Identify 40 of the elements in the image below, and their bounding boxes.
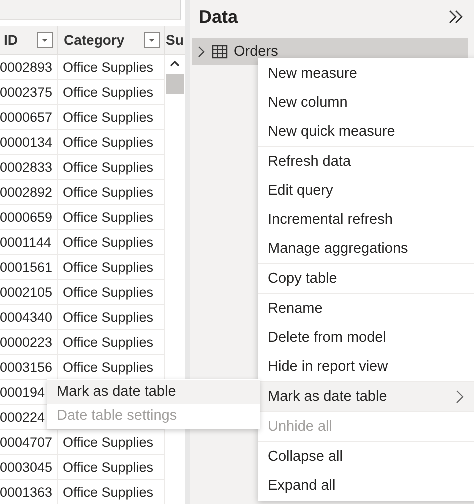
column-header[interactable]: Category xyxy=(58,26,165,54)
menu-item[interactable]: New quick measure xyxy=(258,117,474,146)
table-cell: 0000134 xyxy=(0,130,58,154)
filter-dropdown-icon[interactable] xyxy=(144,32,160,48)
table-cell: 0002375 xyxy=(0,80,58,104)
table-cell: 0000659 xyxy=(0,205,58,229)
table-cell: 0001144 xyxy=(0,230,58,254)
table-cell: 0000223 xyxy=(0,330,58,354)
menu-item[interactable]: Mark as date table xyxy=(47,380,260,404)
menu-item[interactable]: Rename xyxy=(258,294,474,323)
column-header[interactable]: Su xyxy=(165,26,185,54)
scrollbar-thumb[interactable] xyxy=(166,74,184,94)
chevron-icon[interactable] xyxy=(196,44,206,58)
menu-item[interactable]: Incremental refresh xyxy=(258,205,474,234)
table-cell: 0003045 xyxy=(0,455,58,479)
scroll-up-icon[interactable] xyxy=(170,60,180,68)
collapse-pane-icon[interactable] xyxy=(448,10,464,24)
table-cell: 0001363 xyxy=(0,480,58,504)
table-cell: 0002833 xyxy=(0,155,58,179)
filter-dropdown-icon[interactable] xyxy=(37,32,53,48)
menu-item[interactable]: Hide in report view xyxy=(258,352,474,381)
table-cell: 0001561 xyxy=(0,255,58,279)
column-header[interactable]: ID xyxy=(0,26,58,54)
menu-item[interactable]: Edit query xyxy=(258,176,474,205)
menu-item[interactable]: Copy table xyxy=(258,264,474,293)
menu-item[interactable]: Manage aggregations xyxy=(258,234,474,263)
table-icon xyxy=(212,44,228,58)
table-cell: 0002893 xyxy=(0,55,58,79)
menu-item[interactable]: Mark as date table xyxy=(258,382,474,411)
table-cell: 0004707 xyxy=(0,430,58,454)
menu-item[interactable]: Expand all xyxy=(258,471,474,500)
menu-item[interactable]: Refresh data xyxy=(258,147,474,176)
pane-title: Data xyxy=(199,6,238,28)
menu-item[interactable]: Collapse all xyxy=(258,442,474,471)
table-cell: 0000657 xyxy=(0,105,58,129)
menu-item[interactable]: New column xyxy=(258,88,474,117)
table-cell: 0002892 xyxy=(0,180,58,204)
table-cell: 0004340 xyxy=(0,305,58,329)
menu-item[interactable]: Delete from model xyxy=(258,323,474,352)
table-cell: 0002105 xyxy=(0,280,58,304)
